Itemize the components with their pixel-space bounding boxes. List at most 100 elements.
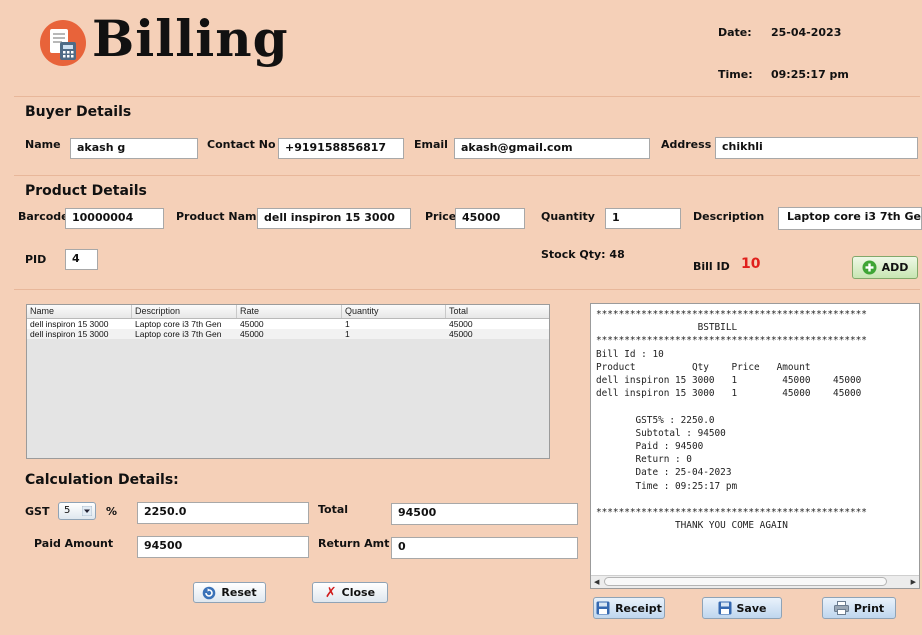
scroll-left-icon[interactable]: ◀: [594, 578, 599, 586]
total-label: Total: [318, 503, 349, 516]
receipt-panel: ****************************************…: [590, 303, 920, 589]
quantity-field[interactable]: 1: [605, 208, 681, 229]
receipt-line: dell inspiron 15 3000 1 45000 45000: [596, 375, 862, 387]
name-field[interactable]: akash g: [70, 138, 198, 159]
horizontal-scrollbar[interactable]: ◀ ▶: [591, 575, 919, 588]
app-logo-icon: [38, 18, 88, 68]
print-button[interactable]: Print: [822, 597, 896, 619]
table-row[interactable]: dell inspiron 15 3000 Laptop core i3 7th…: [27, 329, 549, 339]
cell-description: Laptop core i3 7th Gen: [135, 319, 222, 329]
receipt-line: ****************************************…: [596, 335, 867, 347]
description-field[interactable]: Laptop core i3 7th Gen: [778, 207, 922, 230]
total-field[interactable]: 94500: [391, 503, 578, 525]
close-label: Close: [341, 586, 376, 599]
receipt-save-icon: [596, 601, 610, 615]
email-field[interactable]: akash@gmail.com: [454, 138, 650, 159]
cell-quantity: 1: [345, 329, 350, 339]
receipt-line: Subtotal : 94500: [596, 427, 726, 439]
time-label: Time:: [718, 68, 753, 81]
paid-amount-label: Paid Amount: [34, 537, 114, 550]
cell-total: 45000: [449, 319, 473, 329]
receipt-button[interactable]: Receipt: [593, 597, 665, 619]
receipt-line: THANK YOU COME AGAIN: [596, 520, 788, 532]
stock-qty-label: Stock Qty: 48: [541, 248, 625, 261]
printer-icon: [833, 601, 849, 615]
col-total-header[interactable]: Total: [446, 305, 549, 318]
gst-select[interactable]: 5: [58, 502, 96, 520]
email-label: Email: [414, 138, 448, 151]
reset-button[interactable]: Reset: [193, 582, 266, 603]
quantity-label: Quantity: [541, 210, 595, 223]
cell-description: Laptop core i3 7th Gen: [135, 329, 222, 339]
reset-icon: [202, 586, 216, 600]
price-field[interactable]: 45000: [455, 208, 525, 229]
receipt-line: ****************************************…: [596, 309, 867, 320]
cell-total: 45000: [449, 329, 473, 339]
save-icon: [718, 601, 732, 615]
receipt-line: BSTBILL: [596, 322, 738, 334]
cell-quantity: 1: [345, 319, 350, 329]
receipt-line: Bill Id : 10: [596, 348, 664, 360]
description-label: Description: [693, 210, 765, 223]
receipt-label: Receipt: [615, 601, 662, 615]
calc-section-title: Calculation Details:: [25, 472, 179, 488]
address-field[interactable]: chikhli: [715, 137, 918, 159]
cell-name: dell inspiron 15 3000: [30, 329, 109, 339]
col-name-header[interactable]: Name: [27, 305, 132, 318]
save-label: Save: [736, 601, 767, 615]
receipt-line: GST5% : 2250.0: [596, 414, 715, 426]
receipt-line: Paid : 94500: [596, 441, 704, 453]
receipt-line: Time : 09:25:17 pm: [596, 480, 738, 492]
table-row[interactable]: dell inspiron 15 3000 Laptop core i3 7th…: [27, 319, 549, 329]
close-button[interactable]: ✗ Close: [312, 582, 388, 603]
add-button[interactable]: ADD: [852, 256, 918, 279]
cell-name: dell inspiron 15 3000: [30, 319, 109, 329]
col-rate-header[interactable]: Rate: [237, 305, 342, 318]
barcode-field[interactable]: 10000004: [65, 208, 164, 229]
divider: [14, 175, 920, 176]
contact-label: Contact No: [207, 138, 276, 151]
receipt-line: ****************************************…: [596, 507, 867, 519]
receipt-line: [596, 493, 867, 506]
divider: [14, 289, 920, 290]
pid-label: PID: [25, 253, 47, 266]
receipt-line: Product Qty Price Amount: [596, 361, 811, 373]
receipt-line: Date : 25-04-2023: [596, 467, 732, 479]
items-table[interactable]: Name Description Rate Quantity Total del…: [26, 304, 550, 459]
buyer-section-title: Buyer Details: [25, 104, 132, 120]
receipt-line: [596, 400, 867, 413]
receipt-text: ****************************************…: [596, 308, 867, 532]
chevron-down-icon: [81, 505, 93, 517]
pid-field[interactable]: 4: [65, 249, 98, 270]
scrollbar-thumb[interactable]: [604, 577, 887, 586]
product-section-title: Product Details: [25, 183, 147, 199]
contact-field[interactable]: +919158856817: [278, 138, 404, 159]
date-value: 25-04-2023: [771, 26, 842, 39]
divider: [14, 96, 920, 97]
gst-label: GST: [25, 505, 50, 518]
col-description-header[interactable]: Description: [132, 305, 237, 318]
price-label: Price: [425, 210, 457, 223]
save-button[interactable]: Save: [702, 597, 782, 619]
address-label: Address: [661, 138, 712, 151]
cell-rate: 45000: [240, 329, 264, 339]
page-title: Billing: [92, 9, 289, 68]
product-name-field[interactable]: dell inspiron 15 3000: [257, 208, 411, 229]
scroll-right-icon[interactable]: ▶: [911, 578, 916, 586]
date-label: Date:: [718, 26, 752, 39]
col-quantity-header[interactable]: Quantity: [342, 305, 446, 318]
receipt-line: dell inspiron 15 3000 1 45000 45000: [596, 388, 862, 400]
gst-select-value: 5: [64, 505, 71, 516]
percent-label: %: [106, 505, 118, 518]
print-label: Print: [853, 601, 885, 615]
gst-amount-field[interactable]: 2250.0: [137, 502, 309, 524]
name-label: Name: [25, 138, 61, 151]
add-icon: [862, 260, 877, 275]
paid-amount-field[interactable]: 94500: [137, 536, 309, 558]
return-amt-field[interactable]: 0: [391, 537, 578, 559]
receipt-line: Return : 0: [596, 454, 692, 466]
cell-rate: 45000: [240, 319, 264, 329]
close-icon: ✗: [324, 584, 337, 601]
add-label: ADD: [881, 261, 909, 274]
time-value: 09:25:17 pm: [771, 68, 849, 81]
